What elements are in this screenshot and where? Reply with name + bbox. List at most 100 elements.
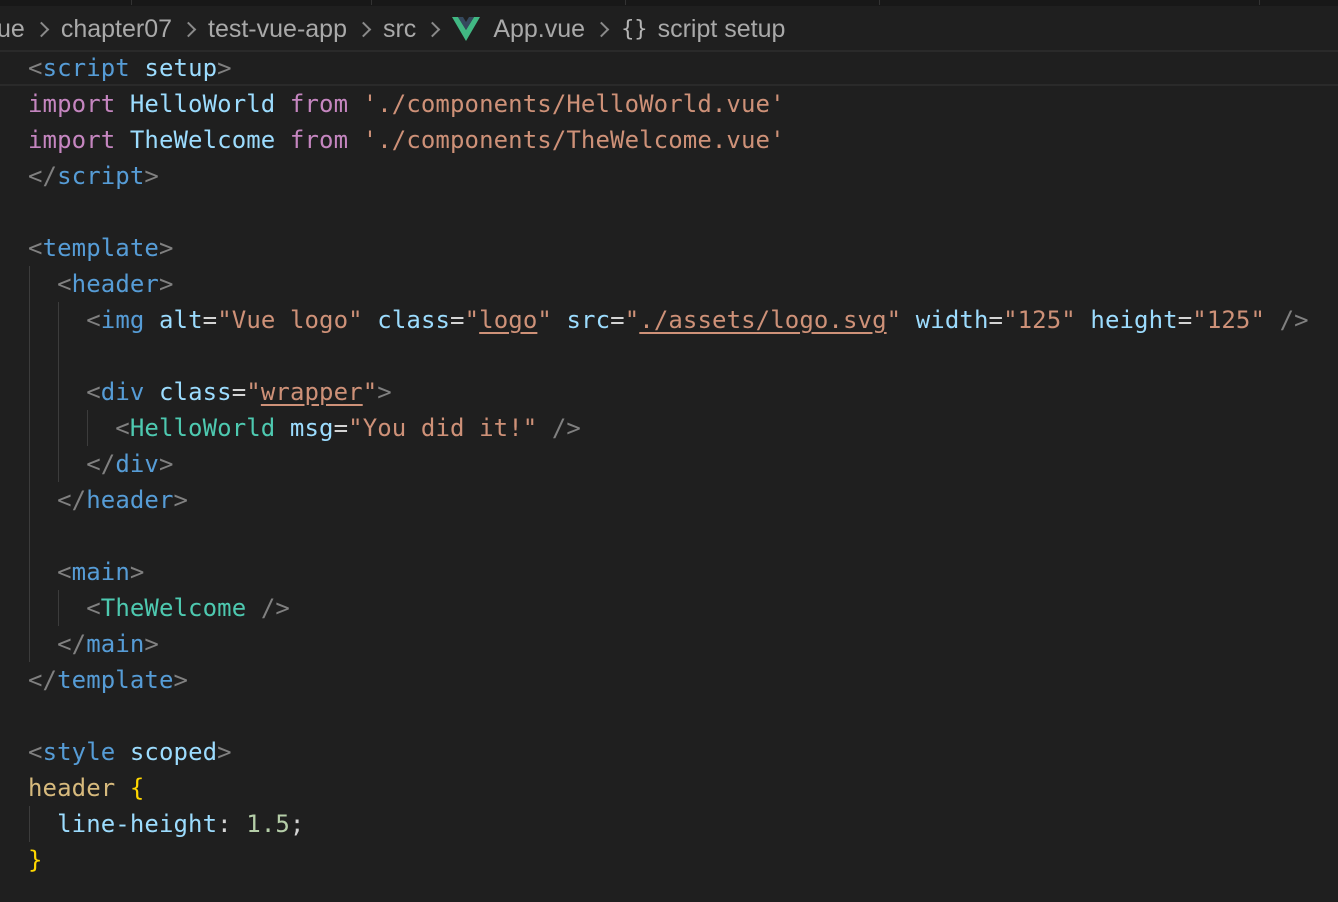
tab-separator	[879, 0, 880, 5]
css-value: 1.5	[246, 810, 290, 838]
bracket: </	[28, 162, 58, 190]
bracket: <	[86, 594, 101, 622]
attribute-value-link[interactable]: logo	[479, 306, 537, 334]
code-line: import TheWelcome from './components/The…	[28, 122, 785, 158]
tab-separator	[625, 0, 626, 5]
bracket: >	[217, 54, 232, 82]
tag-name: style	[42, 738, 116, 766]
component-name: TheWelcome	[100, 594, 247, 622]
code-line: <HelloWorld msg="You did it!" />	[115, 414, 581, 442]
bracket: <	[28, 54, 43, 82]
tab-separator	[1259, 0, 1260, 5]
keyword: from	[289, 90, 349, 118]
vue-logo-icon	[452, 17, 481, 41]
code-line: </main>	[28, 626, 159, 662]
string-literal: './components/TheWelcome.vue'	[362, 126, 785, 154]
tag-name: template	[42, 234, 159, 262]
css-property: line-height	[57, 810, 218, 838]
bracket: </	[28, 666, 58, 694]
bracket: <	[57, 270, 72, 298]
keyword: import	[28, 90, 116, 118]
bracket: >	[217, 738, 232, 766]
attribute-value-link[interactable]: wrapper	[261, 378, 363, 406]
code-line: </header>	[28, 482, 188, 518]
attribute-value: You did it!	[362, 414, 523, 442]
bracket: <	[28, 234, 43, 262]
code-line: <header>	[28, 266, 174, 302]
css-selector: header	[28, 774, 116, 802]
tag-name: main	[86, 630, 145, 658]
bracket: <	[86, 306, 101, 334]
code-line: </div>	[28, 446, 174, 482]
bracket: />	[260, 594, 290, 622]
tag-name: img	[100, 306, 145, 334]
breadcrumb-item[interactable]: src	[383, 15, 416, 44]
attribute-value: Vue logo	[231, 306, 349, 334]
bracket: >	[129, 558, 145, 586]
attribute-value-link[interactable]: ./assets/logo.svg	[639, 306, 886, 334]
bracket: >	[158, 270, 174, 298]
tag-name: header	[86, 486, 174, 514]
braces-icon: {}	[621, 16, 648, 42]
identifier: TheWelcome	[129, 126, 276, 154]
bracket: </	[86, 450, 116, 478]
bracket: >	[158, 450, 174, 478]
attribute-name: setup	[144, 54, 218, 82]
bracket: >	[144, 162, 159, 190]
tag-name: header	[71, 270, 159, 298]
bracket: >	[158, 234, 174, 262]
bracket: <	[115, 414, 130, 442]
chevron-right-icon	[355, 21, 372, 37]
attribute-name: scoped	[129, 738, 218, 766]
breadcrumb-item[interactable]: test-vue-app	[208, 15, 347, 44]
bracket: >	[144, 630, 159, 658]
breadcrumb-item-label: script setup	[657, 14, 786, 43]
identifier: HelloWorld	[129, 90, 276, 118]
breadcrumb: ue chapter07 test-vue-app src App.vue {}…	[0, 6, 1338, 52]
code-line: header {	[28, 770, 144, 806]
attribute-name: class	[377, 306, 451, 334]
bracket: </	[57, 486, 87, 514]
code-line: <TheWelcome />	[28, 590, 290, 626]
attribute-name: width	[915, 306, 989, 334]
tag-name: div	[100, 378, 145, 406]
breadcrumb-item[interactable]: ue	[0, 15, 25, 44]
breadcrumb-item-label: App.vue	[493, 14, 586, 43]
code-line: <script setup>	[28, 50, 232, 86]
code-line: </script>	[28, 158, 159, 194]
attribute-value: 125	[1206, 306, 1251, 334]
attribute-name: alt	[158, 306, 203, 334]
breadcrumb-item-file[interactable]: App.vue	[452, 15, 585, 44]
code-line: }	[28, 842, 43, 878]
bracket: />	[551, 414, 581, 442]
attribute-value: 125	[1017, 306, 1062, 334]
tag-name: script	[42, 54, 130, 82]
code-line: line-height: 1.5;	[57, 810, 305, 838]
attribute-name: src	[566, 306, 611, 334]
breadcrumb-item-symbol[interactable]: {} script setup	[621, 15, 785, 44]
tab-separator	[371, 0, 372, 5]
chevron-right-icon	[180, 21, 197, 37]
bracket: >	[377, 378, 392, 406]
tab-separator	[131, 0, 132, 5]
bracket: </	[57, 630, 87, 658]
string-literal: './components/HelloWorld.vue'	[362, 90, 785, 118]
code-line: <template>	[28, 230, 174, 266]
component-name: HelloWorld	[129, 414, 276, 442]
tag-name: div	[115, 450, 159, 478]
breadcrumb-item[interactable]: chapter07	[61, 15, 172, 44]
bracket: <	[57, 558, 72, 586]
keyword: import	[28, 126, 116, 154]
bracket: >	[173, 666, 189, 694]
code-line: <div class="wrapper">	[86, 378, 392, 406]
bracket: <	[86, 378, 101, 406]
bracket: <	[28, 738, 43, 766]
keyword: from	[289, 126, 349, 154]
code-line: <img alt="Vue logo" class="logo" src="./…	[86, 306, 1309, 334]
attribute-name: height	[1090, 306, 1178, 334]
tag-name: main	[71, 558, 130, 586]
code-editor[interactable]: <script setup> import HelloWorld from '.…	[0, 50, 1338, 902]
attribute-name: class	[158, 378, 232, 406]
code-line: </template>	[28, 662, 188, 698]
chevron-right-icon	[425, 21, 441, 37]
